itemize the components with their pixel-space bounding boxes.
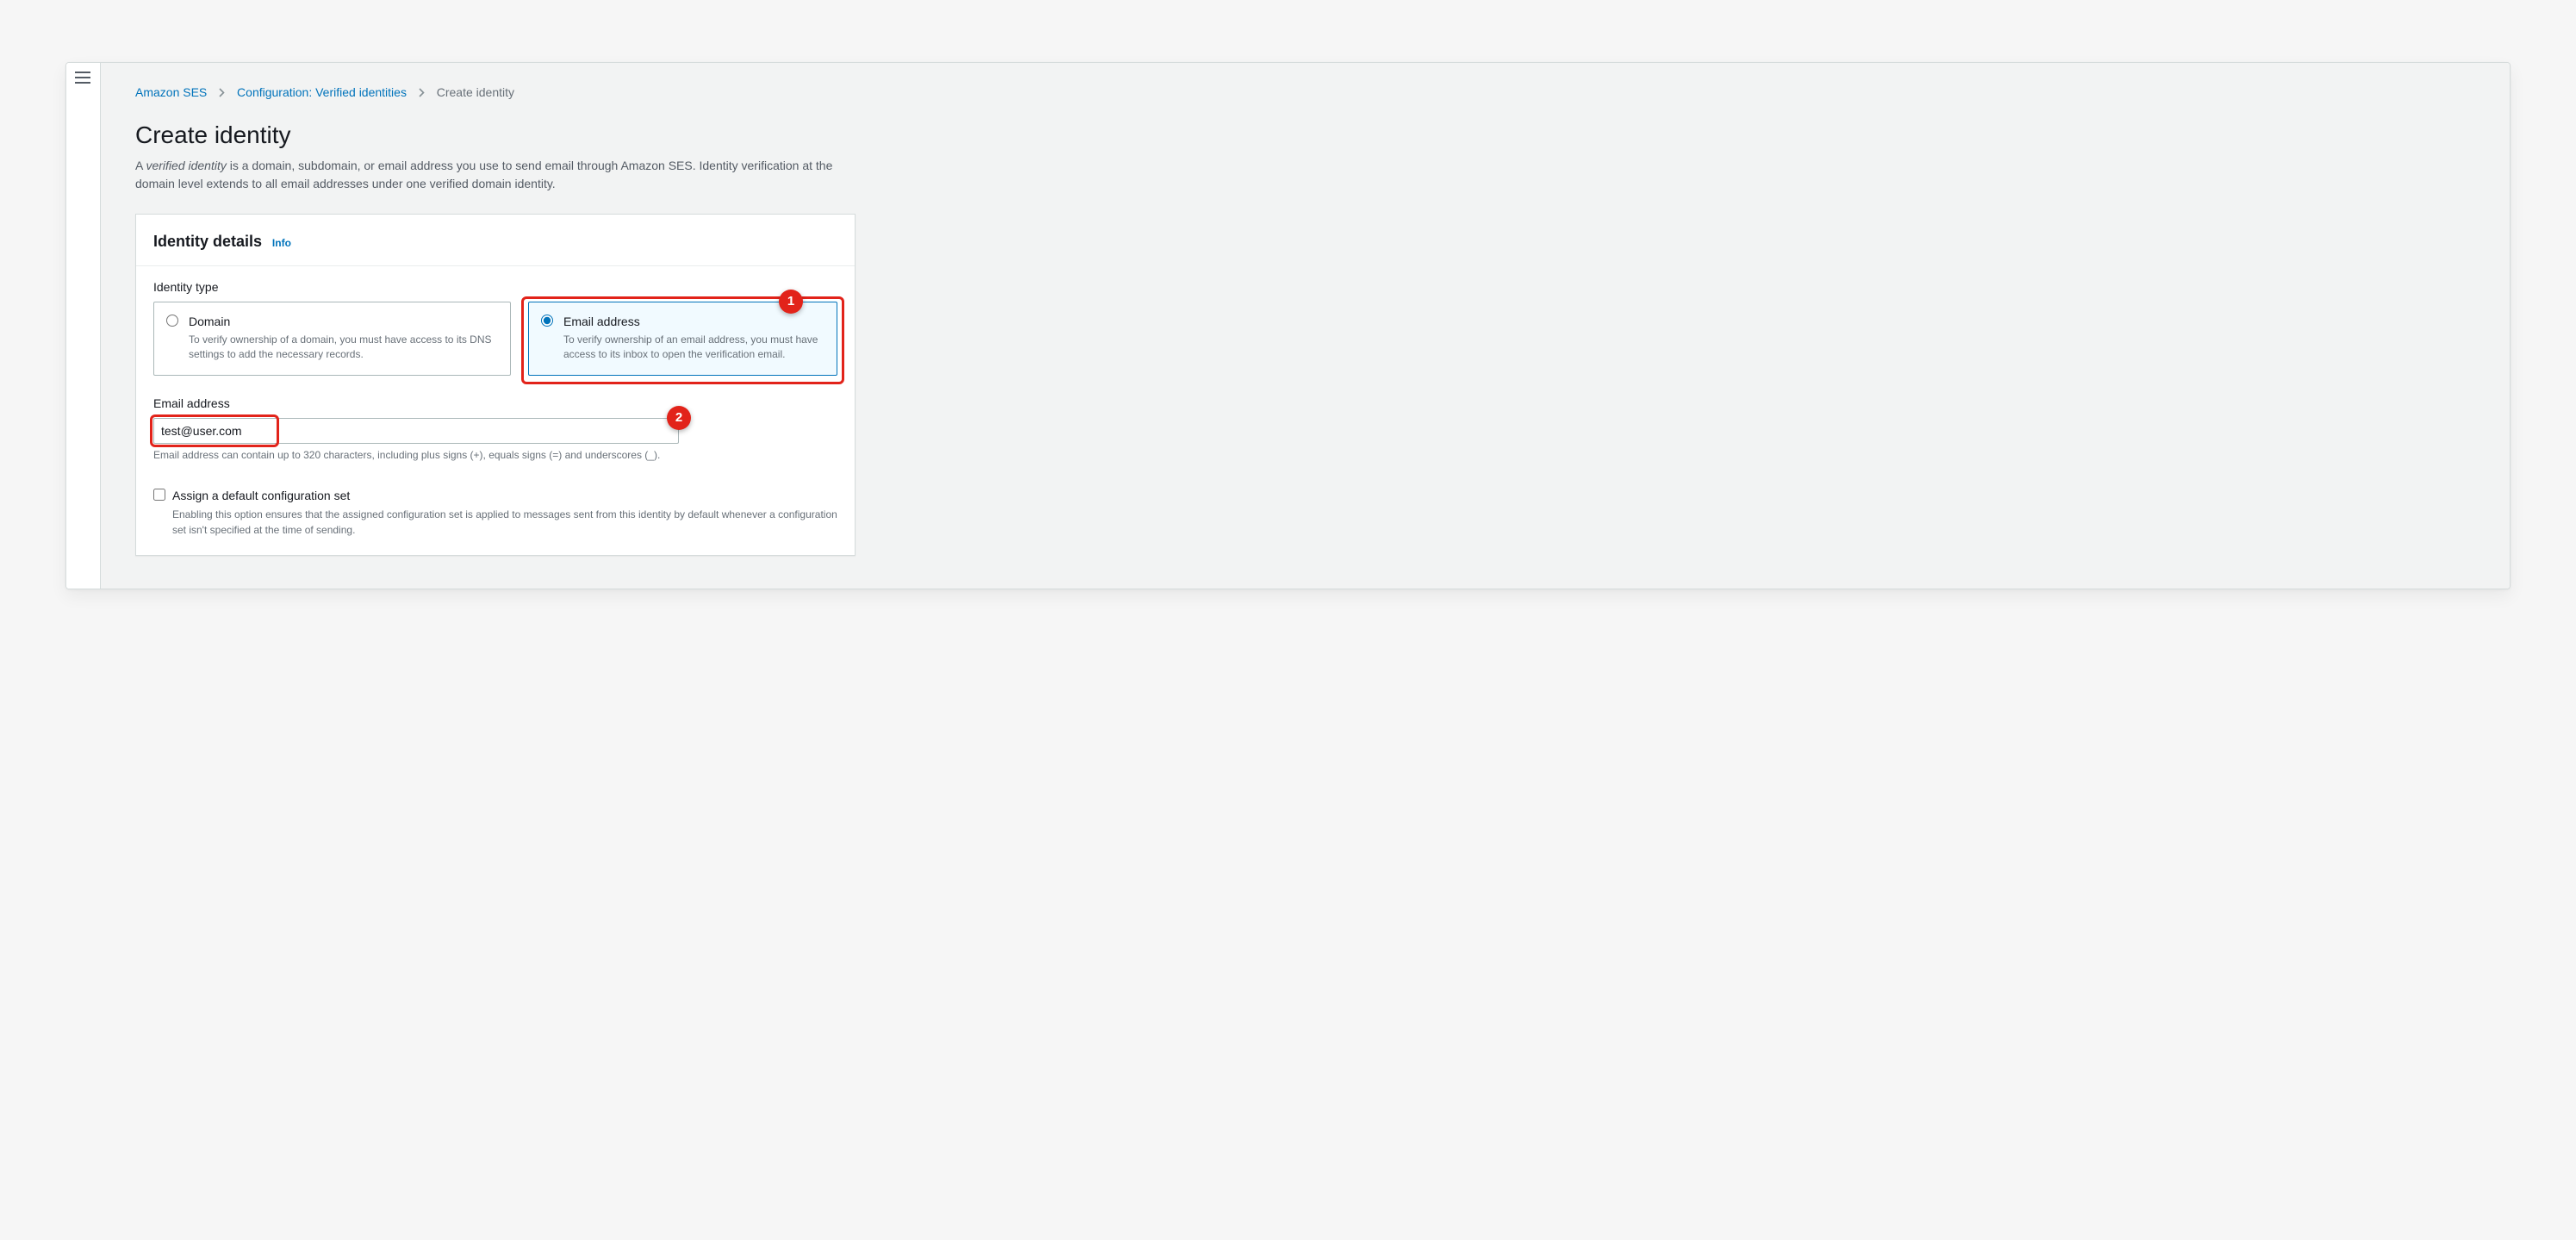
domain-tile-title: Domain xyxy=(189,313,498,331)
identity-type-label: Identity type xyxy=(153,278,837,296)
identity-type-domain-tile[interactable]: Domain To verify ownership of a domain, … xyxy=(153,302,511,376)
breadcrumb-link-verified-identities[interactable]: Configuration: Verified identities xyxy=(237,85,407,99)
assign-config-set-desc: Enabling this option ensures that the as… xyxy=(172,507,837,538)
email-tile-desc: To verify ownership of an email address,… xyxy=(563,333,824,363)
hamburger-icon xyxy=(75,72,90,84)
identity-type-email-radio[interactable] xyxy=(541,315,553,327)
hamburger-menu-button[interactable] xyxy=(66,63,100,92)
panel-title: Identity details xyxy=(153,230,262,253)
domain-tile-desc: To verify ownership of a domain, you mus… xyxy=(189,333,498,363)
identity-details-panel: Identity details Info Identity type Doma… xyxy=(135,214,856,556)
breadcrumb-current: Create identity xyxy=(437,85,514,99)
assign-config-set-label: Assign a default configuration set xyxy=(172,487,350,505)
email-address-input[interactable] xyxy=(153,418,679,444)
email-address-hint: Email address can contain up to 320 char… xyxy=(153,447,837,463)
assign-config-set-checkbox[interactable] xyxy=(153,489,165,501)
breadcrumb-link-amazon-ses[interactable]: Amazon SES xyxy=(135,85,207,99)
main-scroll-area[interactable]: Amazon SES Configuration: Verified ident… xyxy=(101,63,2510,589)
identity-type-domain-radio[interactable] xyxy=(166,315,178,327)
page-title: Create identity xyxy=(135,117,856,153)
breadcrumb: Amazon SES Configuration: Verified ident… xyxy=(135,84,856,102)
collapsed-sidebar xyxy=(66,63,101,589)
info-link[interactable]: Info xyxy=(272,237,291,249)
email-tile-title: Email address xyxy=(563,313,824,331)
chevron-right-icon xyxy=(210,84,233,102)
chevron-right-icon xyxy=(410,84,433,102)
email-address-label: Email address xyxy=(153,395,837,413)
console-content-frame: Amazon SES Configuration: Verified ident… xyxy=(65,62,2511,589)
identity-type-email-tile[interactable]: Email address To verify ownership of an … xyxy=(528,302,837,376)
page-subtitle: A verified identity is a domain, subdoma… xyxy=(135,157,856,193)
